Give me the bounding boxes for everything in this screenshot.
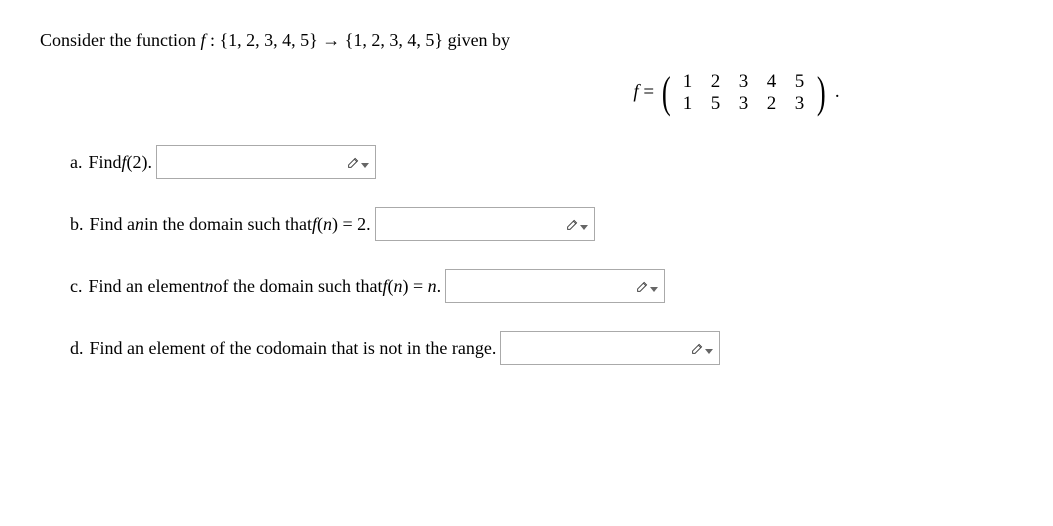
m-1-2: 2 [702,71,730,93]
question-a-label: a. [70,152,83,173]
m-1-1: 1 [674,71,702,93]
m-2-5: 3 [786,93,814,115]
question-a-math: f(2) [122,152,148,173]
question-d: d. Find an element of the codomain that … [70,331,1013,365]
m-2-1: 1 [674,93,702,115]
intro-prefix: Consider the function [40,30,200,50]
intro-func-expr: f : {1, 2, 3, 4, 5} → {1, 2, 3, 4, 5} [200,30,447,50]
question-c-label: c. [70,276,83,297]
question-d-label: d. [70,338,84,359]
question-b: b. Find a n in the domain such that f(n)… [70,207,1013,241]
answer-input-a[interactable] [156,145,376,179]
function-matrix-display: f = ( 1 2 3 4 5 1 5 3 2 3 ) . [40,71,1013,115]
m-1-3: 3 [730,71,758,93]
matrix-wrapper: ( 1 2 3 4 5 1 5 3 2 3 ) [659,71,828,115]
matrix-period: . [835,81,840,102]
left-paren: ( [662,71,671,115]
matrix-body: 1 2 3 4 5 1 5 3 2 3 [674,71,814,115]
intro-suffix: given by [448,30,511,50]
pencil-icon [566,218,588,231]
question-c: c. Find an element n of the domain such … [70,269,1013,303]
chevron-down-icon [705,349,713,354]
question-c-var: n [204,276,213,297]
question-c-math: f(n) = n [382,276,436,297]
answer-input-b[interactable] [375,207,595,241]
pencil-icon [636,280,658,293]
question-a-text1: Find [89,152,122,173]
chevron-down-icon [361,163,369,168]
answer-input-c[interactable] [445,269,665,303]
matrix-row-1: 1 2 3 4 5 [674,71,814,93]
m-2-2: 5 [702,93,730,115]
right-paren: ) [816,71,825,115]
problem-intro: Consider the function f : {1, 2, 3, 4, 5… [40,30,1013,51]
question-c-text1: Find an element [89,276,205,297]
question-b-math: f(n) = 2 [312,214,366,235]
question-a: a. Find f(2) . [70,145,1013,179]
question-c-text3: . [437,276,442,297]
chevron-down-icon [580,225,588,230]
m-1-5: 5 [786,71,814,93]
question-d-text1: Find an element of the codomain that is … [90,338,497,359]
matrix-row-2: 1 5 3 2 3 [674,93,814,115]
chevron-down-icon [650,287,658,292]
m-2-3: 3 [730,93,758,115]
pencil-icon [691,342,713,355]
question-b-text2: in the domain such that [144,214,312,235]
question-b-text1: Find a [90,214,136,235]
question-a-text2: . [148,152,153,173]
question-b-label: b. [70,214,84,235]
matrix-lhs: f [633,81,638,102]
m-1-4: 4 [758,71,786,93]
answer-input-d[interactable] [500,331,720,365]
m-2-4: 2 [758,93,786,115]
pencil-icon [347,156,369,169]
question-b-var: n [135,214,144,235]
question-b-text3: . [366,214,371,235]
question-c-text2: of the domain such that [213,276,382,297]
